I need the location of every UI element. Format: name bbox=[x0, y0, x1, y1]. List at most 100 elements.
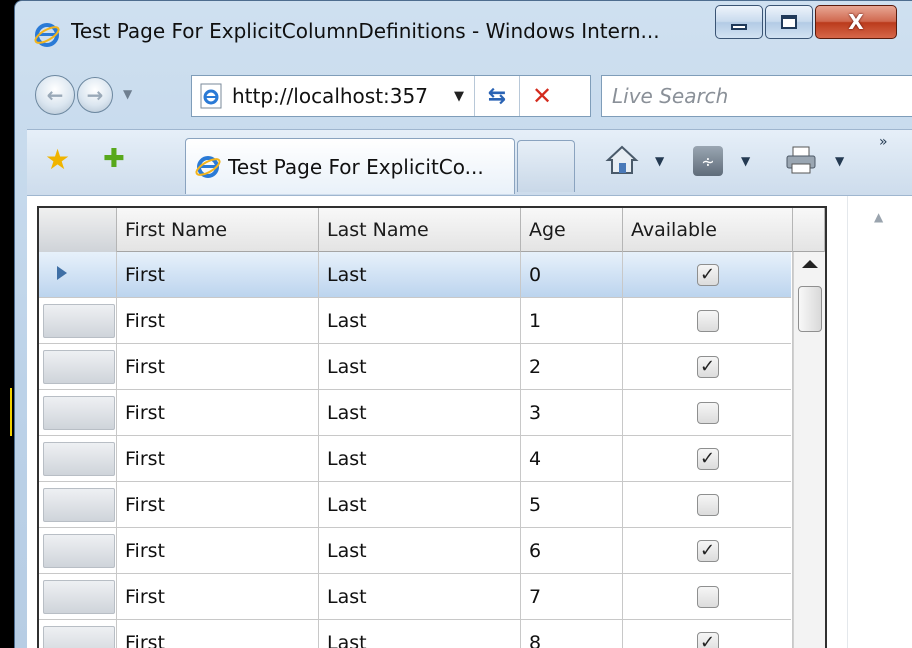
cell-last-name[interactable]: Last bbox=[319, 620, 521, 648]
table-row[interactable]: First Last 5 bbox=[39, 482, 793, 528]
print-icon[interactable] bbox=[783, 144, 819, 176]
refresh-button[interactable]: ⇆ bbox=[475, 76, 519, 116]
column-header-last-name[interactable]: Last Name bbox=[319, 208, 521, 252]
cell-age[interactable]: 3 bbox=[521, 390, 623, 436]
row-header[interactable] bbox=[39, 574, 117, 620]
close-button[interactable]: X bbox=[815, 5, 897, 39]
available-checkbox[interactable]: ✓ bbox=[696, 448, 719, 470]
row-header[interactable] bbox=[39, 390, 117, 436]
cell-last-name[interactable]: Last bbox=[319, 482, 521, 528]
available-checkbox[interactable] bbox=[696, 402, 719, 424]
available-checkbox[interactable]: ✓ bbox=[696, 540, 719, 562]
available-checkbox[interactable]: ✓ bbox=[696, 356, 719, 378]
row-header-button[interactable] bbox=[43, 442, 115, 476]
page-scroll-up-icon[interactable]: ▲ bbox=[874, 210, 883, 224]
address-bar[interactable]: http://localhost:357 ▼ ⇆ ✕ bbox=[191, 75, 591, 117]
row-header-button[interactable] bbox=[43, 580, 115, 614]
stop-button[interactable]: ✕ bbox=[520, 76, 564, 116]
recent-pages-dropdown[interactable]: ▼ bbox=[123, 87, 132, 101]
cell-first-name[interactable]: First bbox=[117, 252, 319, 298]
cell-first-name[interactable]: First bbox=[117, 574, 319, 620]
select-all-header[interactable] bbox=[39, 208, 117, 252]
available-checkbox[interactable] bbox=[696, 586, 719, 608]
cell-age[interactable]: 1 bbox=[521, 298, 623, 344]
search-bar[interactable]: Live Search bbox=[601, 75, 912, 117]
address-dropdown-icon[interactable]: ▼ bbox=[454, 89, 474, 104]
row-header-button[interactable] bbox=[43, 350, 115, 384]
table-row[interactable]: First Last 0 ✓ bbox=[39, 252, 793, 298]
table-row[interactable]: First Last 4 ✓ bbox=[39, 436, 793, 482]
tab-test-page[interactable]: Test Page For ExplicitCo... bbox=[185, 138, 515, 194]
row-header-button[interactable] bbox=[43, 534, 115, 568]
minimize-button[interactable] bbox=[715, 5, 763, 39]
cell-last-name[interactable]: Last bbox=[319, 344, 521, 390]
print-dropdown-icon[interactable]: ▼ bbox=[835, 154, 844, 168]
cell-first-name[interactable]: First bbox=[117, 298, 319, 344]
tab-label: Test Page For ExplicitCo... bbox=[228, 154, 484, 179]
table-row[interactable]: First Last 8 ✓ bbox=[39, 620, 793, 648]
column-header-age[interactable]: Age bbox=[521, 208, 623, 252]
search-input[interactable]: Live Search bbox=[612, 84, 728, 108]
home-icon[interactable] bbox=[605, 144, 639, 176]
grid-scrollbar[interactable] bbox=[793, 252, 825, 648]
available-checkbox[interactable]: ✓ bbox=[696, 632, 719, 648]
cell-first-name[interactable]: First bbox=[117, 482, 319, 528]
add-favorite-icon[interactable]: ✚ bbox=[103, 146, 125, 172]
feeds-dropdown-icon[interactable]: ▼ bbox=[741, 154, 750, 168]
cell-age[interactable]: 4 bbox=[521, 436, 623, 482]
cell-first-name[interactable]: First bbox=[117, 390, 319, 436]
available-checkbox[interactable] bbox=[696, 494, 719, 516]
cell-last-name[interactable]: Last bbox=[319, 436, 521, 482]
toolbar-overflow-icon[interactable]: » bbox=[879, 134, 888, 150]
available-checkbox[interactable] bbox=[696, 310, 719, 332]
cell-first-name[interactable]: First bbox=[117, 528, 319, 574]
cell-last-name[interactable]: Last bbox=[319, 298, 521, 344]
row-header[interactable] bbox=[39, 528, 117, 574]
row-header-button[interactable] bbox=[43, 626, 115, 648]
cell-first-name[interactable]: First bbox=[117, 620, 319, 648]
maximize-button[interactable] bbox=[765, 5, 813, 39]
row-header-button[interactable] bbox=[43, 396, 115, 430]
table-row[interactable]: First Last 1 bbox=[39, 298, 793, 344]
forward-button[interactable]: → bbox=[77, 77, 113, 113]
back-button[interactable]: ← bbox=[35, 75, 75, 115]
column-header-available[interactable]: Available bbox=[623, 208, 793, 252]
row-header[interactable] bbox=[39, 436, 117, 482]
cell-first-name[interactable]: First bbox=[117, 344, 319, 390]
row-header-button[interactable] bbox=[43, 258, 115, 292]
new-tab-button[interactable] bbox=[517, 140, 575, 192]
table-row[interactable]: First Last 7 bbox=[39, 574, 793, 620]
cell-last-name[interactable]: Last bbox=[319, 252, 521, 298]
home-dropdown-icon[interactable]: ▼ bbox=[655, 154, 664, 168]
row-header-button[interactable] bbox=[43, 488, 115, 522]
row-header[interactable] bbox=[39, 482, 117, 528]
row-header-button[interactable] bbox=[43, 304, 115, 338]
favorites-star-icon[interactable]: ★ bbox=[45, 146, 70, 174]
cell-age[interactable]: 0 bbox=[521, 252, 623, 298]
address-input[interactable]: http://localhost:357 bbox=[232, 84, 450, 108]
cell-last-name[interactable]: Last bbox=[319, 574, 521, 620]
cell-last-name[interactable]: Last bbox=[319, 528, 521, 574]
row-header[interactable] bbox=[39, 344, 117, 390]
cell-age[interactable]: 6 bbox=[521, 528, 623, 574]
cell-age[interactable]: 5 bbox=[521, 482, 623, 528]
row-header[interactable] bbox=[39, 298, 117, 344]
table-row[interactable]: First Last 6 ✓ bbox=[39, 528, 793, 574]
scroll-up-icon[interactable] bbox=[802, 260, 818, 268]
page-scrollbar[interactable]: ▲ bbox=[847, 196, 912, 648]
available-checkbox[interactable]: ✓ bbox=[696, 264, 719, 286]
row-header[interactable] bbox=[39, 252, 117, 298]
table-row[interactable]: First Last 2 ✓ bbox=[39, 344, 793, 390]
title-bar[interactable]: Test Page For ExplicitColumnDefinitions … bbox=[15, 1, 912, 65]
feeds-icon[interactable]: ∻ bbox=[693, 146, 723, 176]
cell-age[interactable]: 7 bbox=[521, 574, 623, 620]
data-grid[interactable]: First Name Last Name Age Available First… bbox=[37, 206, 827, 648]
row-header[interactable] bbox=[39, 620, 117, 648]
cell-last-name[interactable]: Last bbox=[319, 390, 521, 436]
cell-age[interactable]: 8 bbox=[521, 620, 623, 648]
cell-first-name[interactable]: First bbox=[117, 436, 319, 482]
cell-age[interactable]: 2 bbox=[521, 344, 623, 390]
table-row[interactable]: First Last 3 bbox=[39, 390, 793, 436]
scrollbar-thumb[interactable] bbox=[798, 286, 822, 332]
column-header-first-name[interactable]: First Name bbox=[117, 208, 319, 252]
